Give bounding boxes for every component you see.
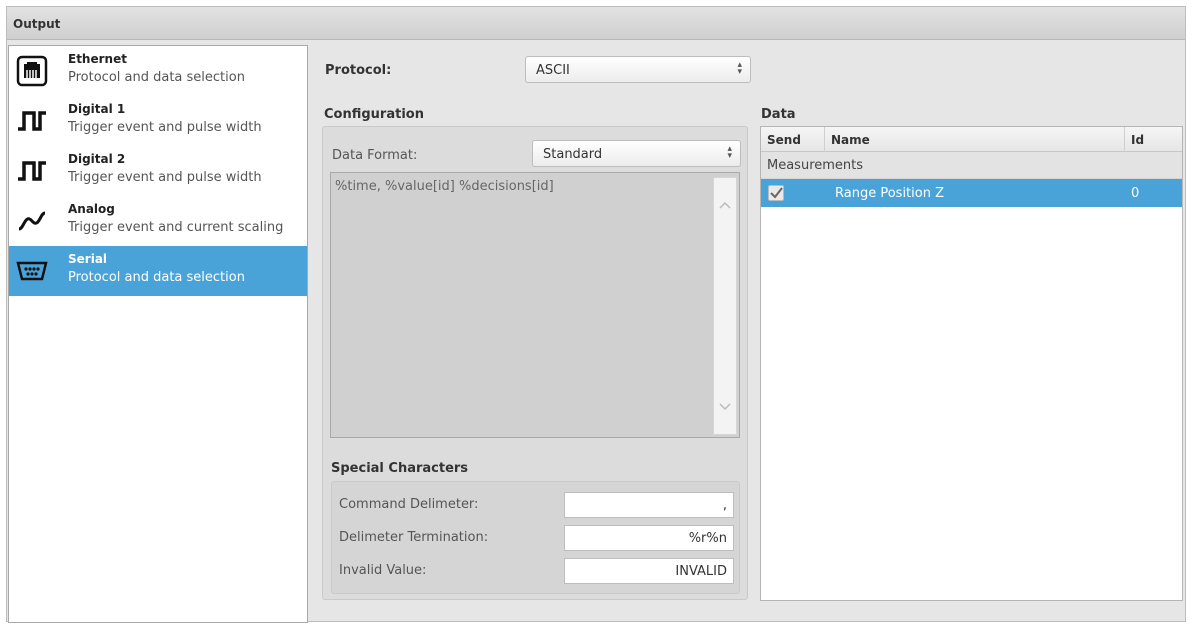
group-label: Measurements bbox=[767, 158, 864, 173]
select-arrows-icon: ▴ ▾ bbox=[727, 144, 732, 161]
scroll-up-icon[interactable] bbox=[718, 198, 732, 212]
window-title: Output bbox=[13, 17, 61, 31]
protocol-label: Protocol: bbox=[325, 63, 392, 78]
configuration-heading: Configuration bbox=[324, 107, 424, 122]
special-characters-heading: Special Characters bbox=[331, 461, 469, 476]
nav-item-serial[interactable]: Serial Protocol and data selection bbox=[9, 246, 307, 296]
command-delimiter-value: , bbox=[722, 498, 727, 513]
table-group-row[interactable]: Measurements bbox=[761, 152, 1182, 179]
nav-item-analog[interactable]: Analog Trigger event and current scaling bbox=[9, 196, 307, 246]
pulse-icon bbox=[15, 106, 49, 136]
nav-item-digital-2[interactable]: Digital 2 Trigger event and pulse width bbox=[9, 146, 307, 196]
nav-item-title: Digital 1 bbox=[68, 102, 126, 116]
column-header-id[interactable]: Id bbox=[1125, 127, 1182, 152]
nav-item-subtitle: Trigger event and pulse width bbox=[68, 120, 262, 135]
textarea-scrollbar[interactable] bbox=[713, 177, 737, 435]
data-format-select[interactable]: Standard ▴ ▾ bbox=[532, 140, 741, 167]
send-checkbox[interactable] bbox=[768, 185, 784, 201]
delimiter-termination-input[interactable]: %r%n bbox=[564, 525, 734, 551]
table-header: Send Name Id bbox=[761, 127, 1182, 152]
nav-item-title: Analog bbox=[68, 202, 115, 216]
sine-wave-icon bbox=[15, 206, 49, 236]
invalid-value-label: Invalid Value: bbox=[339, 563, 427, 578]
protocol-select[interactable]: ASCII ▴ ▾ bbox=[525, 56, 751, 83]
output-nav-list: Ethernet Protocol and data selection Dig… bbox=[8, 45, 308, 623]
data-heading: Data bbox=[761, 107, 796, 122]
row-id: 0 bbox=[1131, 186, 1140, 201]
nav-item-title: Ethernet bbox=[68, 52, 127, 66]
ethernet-icon bbox=[15, 55, 49, 87]
data-format-value: Standard bbox=[543, 147, 603, 162]
command-delimiter-label: Command Delimeter: bbox=[339, 497, 479, 512]
nav-item-subtitle: Protocol and data selection bbox=[68, 270, 245, 285]
delimiter-termination-label: Delimeter Termination: bbox=[339, 530, 489, 545]
format-textarea[interactable]: %time, %value[id] %decisions[id] bbox=[330, 172, 740, 438]
nav-item-title: Digital 2 bbox=[68, 152, 126, 166]
checkmark-icon bbox=[770, 187, 783, 199]
column-header-name[interactable]: Name bbox=[825, 127, 1125, 152]
data-format-label: Data Format: bbox=[332, 148, 418, 163]
scroll-down-icon[interactable] bbox=[718, 400, 732, 414]
format-text: %time, %value[id] %decisions[id] bbox=[335, 179, 554, 194]
data-table: Send Name Id Measurements Range Position… bbox=[760, 126, 1183, 601]
invalid-value-value: INVALID bbox=[675, 564, 727, 579]
protocol-value: ASCII bbox=[536, 63, 570, 78]
title-bar: Output bbox=[7, 7, 1185, 40]
column-header-send[interactable]: Send bbox=[761, 127, 825, 152]
nav-item-subtitle: Protocol and data selection bbox=[68, 70, 245, 85]
row-name: Range Position Z bbox=[835, 186, 944, 201]
serial-port-icon bbox=[15, 256, 49, 286]
delimiter-termination-value: %r%n bbox=[688, 531, 727, 546]
nav-item-digital-1[interactable]: Digital 1 Trigger event and pulse width bbox=[9, 96, 307, 146]
command-delimiter-input[interactable]: , bbox=[564, 492, 734, 518]
invalid-value-input[interactable]: INVALID bbox=[564, 558, 734, 584]
nav-item-ethernet[interactable]: Ethernet Protocol and data selection bbox=[9, 46, 307, 96]
nav-item-subtitle: Trigger event and current scaling bbox=[68, 220, 284, 235]
table-row[interactable]: Range Position Z 0 bbox=[761, 179, 1182, 207]
pulse-icon bbox=[15, 156, 49, 186]
nav-item-title: Serial bbox=[68, 252, 108, 266]
nav-item-subtitle: Trigger event and pulse width bbox=[68, 170, 262, 185]
select-arrows-icon: ▴ ▾ bbox=[737, 60, 742, 77]
